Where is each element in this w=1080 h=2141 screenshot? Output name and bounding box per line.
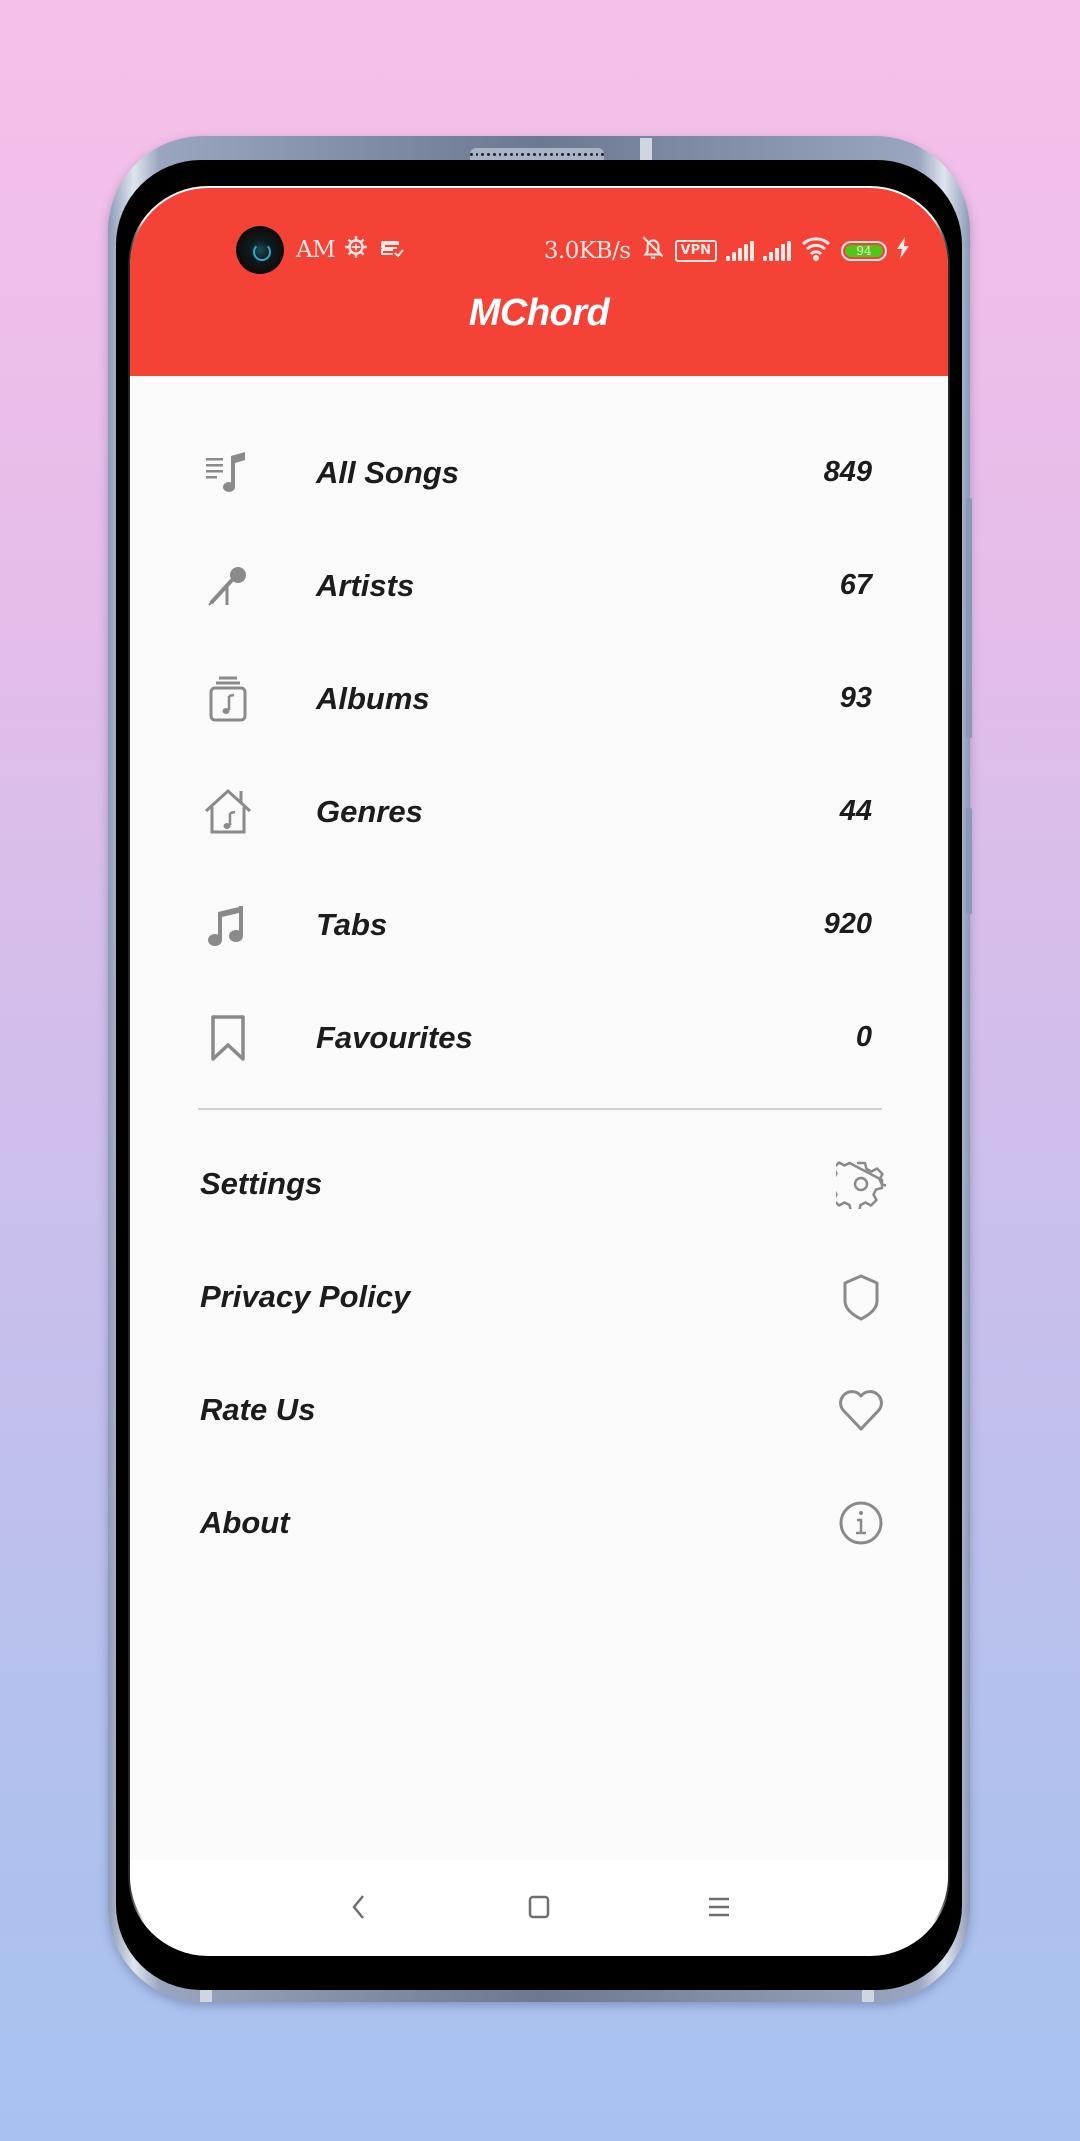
battery-icon: 94 [841, 241, 887, 261]
power-button [966, 808, 972, 914]
music-note-icon [200, 897, 256, 953]
home-button[interactable] [519, 1887, 559, 1927]
microphone-icon [200, 558, 256, 614]
charging-bolt-icon [896, 237, 910, 265]
status-bar: AM 3.0KB/s VPN 94 [130, 208, 948, 274]
network-speed: 3.0KB/s [543, 238, 631, 264]
settings-gear-icon [343, 234, 369, 266]
settings-label: About [200, 1504, 290, 1540]
menu-label: Favourites [316, 1019, 473, 1055]
menu-label: All Songs [316, 454, 459, 490]
menu-label: Artists [316, 567, 415, 603]
menu-item-genres[interactable]: Genres 44 [200, 755, 880, 868]
app-title: MChord [468, 292, 610, 334]
vpn-icon: VPN [674, 240, 717, 262]
music-house-icon [200, 784, 256, 840]
gear-icon [826, 1159, 889, 1212]
settings-label: Settings [200, 1165, 323, 1201]
status-right: 3.0KB/s VPN 94 [544, 234, 910, 268]
heart-icon [836, 1385, 886, 1435]
screen: AM 3.0KB/s VPN 94 MChord All Songs 849 A… [130, 188, 948, 1954]
menu-item-settings[interactable]: Settings [200, 1127, 889, 1240]
system-nav-bar [130, 1860, 948, 1954]
bookmark-icon [200, 1010, 256, 1066]
menu-count: 849 [823, 456, 872, 488]
signal-icon [726, 241, 754, 261]
app-header: AM 3.0KB/s VPN 94 MChord [130, 188, 948, 376]
battery-level: 94 [845, 245, 883, 257]
menu-item-privacy-policy[interactable]: Privacy Policy [200, 1240, 886, 1353]
menu-count: 67 [839, 569, 872, 601]
wifi-icon [800, 235, 832, 267]
info-icon [836, 1498, 886, 1548]
menu-label: Tabs [316, 906, 388, 942]
menu-item-about[interactable]: About [200, 1466, 886, 1579]
antenna-line [640, 138, 652, 162]
menu-count: 44 [839, 795, 872, 827]
sync-check-icon [377, 235, 405, 265]
settings-label: Privacy Policy [200, 1278, 411, 1314]
signal-icon [763, 241, 791, 261]
menu-count: 93 [839, 682, 872, 714]
volume-button [966, 498, 972, 738]
menu-item-favourites[interactable]: Favourites 0 [200, 981, 880, 1094]
menu-count: 920 [823, 908, 872, 940]
status-left: AM [296, 234, 405, 266]
menu-count: 0 [855, 1021, 872, 1053]
mute-bell-icon [640, 234, 666, 268]
menu-item-albums[interactable]: Albums 93 [200, 642, 880, 755]
speaker-grille [470, 148, 604, 160]
menu-item-artists[interactable]: Artists 67 [200, 529, 880, 642]
menu-item-rate-us[interactable]: Rate Us [200, 1353, 886, 1466]
menu-label: Genres [316, 793, 423, 829]
back-button[interactable] [339, 1887, 379, 1927]
status-time: AM [296, 237, 336, 263]
settings-label: Rate Us [200, 1391, 316, 1427]
shield-icon [836, 1272, 886, 1322]
menu-item-tabs[interactable]: Tabs 920 [200, 868, 880, 981]
camera-cutout [236, 226, 284, 274]
menu-label: Albums [316, 680, 430, 716]
menu-divider [198, 1108, 882, 1110]
playlist-music-icon [200, 445, 256, 501]
menu-item-all-songs[interactable]: All Songs 849 [200, 416, 880, 529]
album-stack-icon [200, 671, 256, 727]
recents-button[interactable] [699, 1887, 739, 1927]
